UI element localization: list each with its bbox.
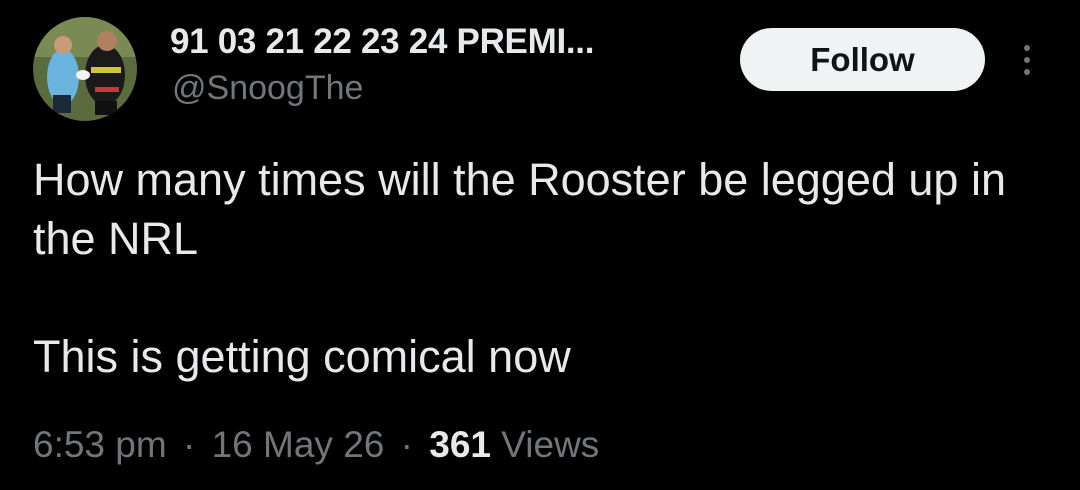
tweet-date[interactable]: 16 May 26 <box>212 424 385 465</box>
avatar-image <box>33 17 137 121</box>
more-vertical-icon[interactable] <box>1010 38 1044 82</box>
author-display-name[interactable]: 91 03 21 22 23 24 PREMI... <box>170 22 594 62</box>
separator: · <box>400 424 413 465</box>
tweet-paragraph-1: How many times will the Rooster be legge… <box>33 154 1006 264</box>
views-count: 361 <box>429 424 491 465</box>
tweet-time[interactable]: 6:53 pm <box>33 424 167 465</box>
author-handle[interactable]: @SnoogThe <box>172 69 363 108</box>
tweet-paragraph-2: This is getting comical now <box>33 331 571 382</box>
tweet-metadata: 6:53 pm · 16 May 26 · 361 Views <box>33 424 599 466</box>
tweet-card: 91 03 21 22 23 24 PREMI... @SnoogThe Fol… <box>0 0 1080 490</box>
separator: · <box>182 424 196 465</box>
avatar[interactable] <box>33 17 137 121</box>
tweet-text: How many times will the Rooster be legge… <box>33 150 1043 386</box>
views-label: Views <box>501 424 600 465</box>
follow-button[interactable]: Follow <box>740 28 985 91</box>
